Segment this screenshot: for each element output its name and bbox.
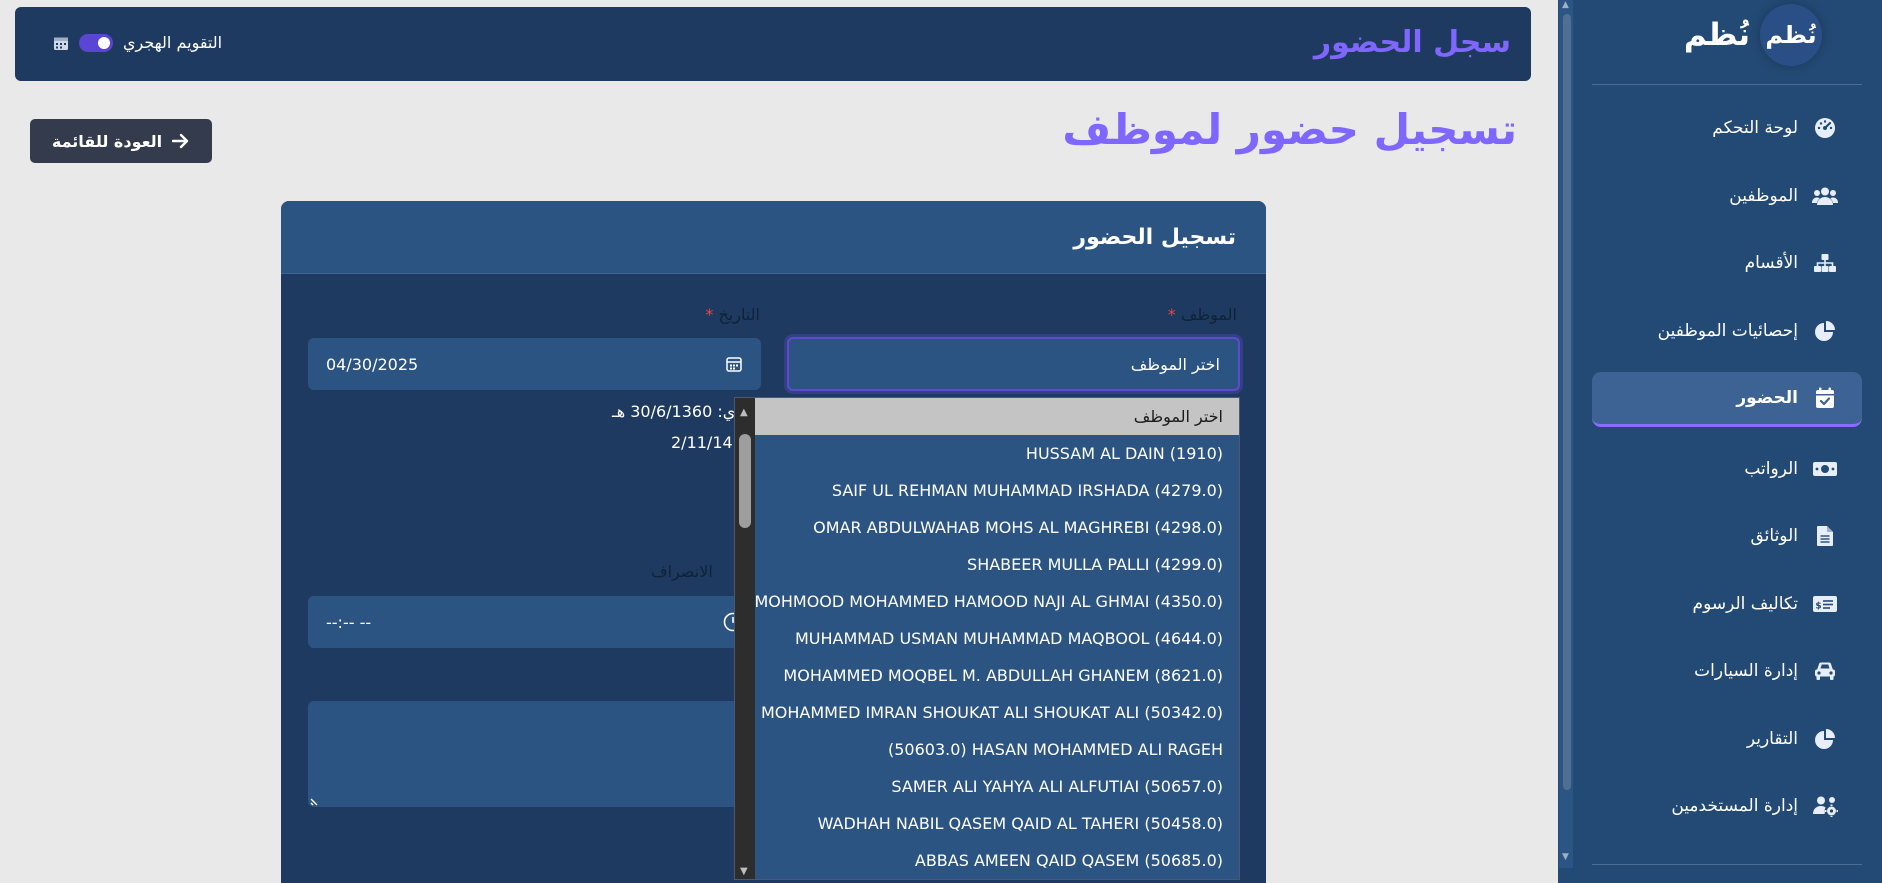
- page-title: تسجيل حضور لموظف: [1062, 105, 1517, 154]
- arrow-right-icon: [172, 133, 189, 149]
- sidebar-item-label: الحضور: [1736, 388, 1798, 408]
- fee-card-icon: $: [1812, 593, 1838, 615]
- users-cog-icon: [1812, 795, 1838, 817]
- date-input-value: 04/30/2025: [326, 354, 419, 374]
- hijri-date-line-1: ري: 30/6/1360 هـ: [612, 402, 743, 421]
- calendar-check-icon: [1812, 387, 1838, 409]
- dropdown-option[interactable]: HUSSAM AL DAIN (1910): [755, 435, 1239, 472]
- hijri-calendar-toggle[interactable]: التقويم الهجري: [53, 33, 222, 52]
- sidebar-item-7[interactable]: $ تكاليف الرسوم: [1592, 578, 1862, 630]
- back-to-list-button[interactable]: العودة للقائمة: [30, 119, 212, 163]
- pie-chart-icon: [1812, 320, 1838, 342]
- brand-badge: نُظم: [1760, 4, 1822, 66]
- employee-field-label: * الموظف: [1167, 305, 1237, 324]
- sidebar-item-8[interactable]: إدارة السيارات: [1592, 645, 1862, 697]
- sidebar: ▲ ▼ نُظم نُظم لوحة التحكم الموظفين الأقسام…: [1558, 0, 1882, 883]
- sidebar-item-6[interactable]: الوثائق: [1592, 510, 1862, 562]
- employee-select-value: اختر الموظف: [1130, 354, 1220, 374]
- brand-name: نُظم: [1683, 17, 1750, 53]
- hijri-switch[interactable]: [79, 33, 113, 52]
- sitemap-icon: [1812, 252, 1838, 274]
- dropdown-option[interactable]: MOHAMMED IMRAN SHOUKAT ALI SHOUKAT ALI (…: [755, 694, 1239, 731]
- pie-chart-icon: [1812, 728, 1838, 750]
- dropdown-option[interactable]: MOHAMMED MOQBEL M. ABDULLAH GHANEM (8621…: [755, 657, 1239, 694]
- sidebar-item-label: الرواتب: [1744, 458, 1798, 479]
- sidebar-item-label: الوثائق: [1750, 526, 1798, 546]
- sidebar-item-label: الموظفين: [1729, 185, 1798, 206]
- sidebar-item-label: الأقسام: [1744, 253, 1798, 273]
- document-icon: [1812, 525, 1838, 547]
- sidebar-item-10[interactable]: إدارة المستخدمين: [1592, 780, 1862, 832]
- svg-text:$: $: [1815, 601, 1821, 611]
- calendar-icon: [726, 357, 742, 372]
- calendar-icon: [54, 37, 68, 50]
- date-input[interactable]: 04/30/2025: [308, 338, 761, 390]
- dropdown-option[interactable]: SAIF UL REHMAN MUHAMMAD IRSHADA (4279.0): [755, 472, 1239, 509]
- hijri-toggle-label: التقويم الهجري: [123, 33, 223, 52]
- scroll-down-arrow-icon[interactable]: ▼: [740, 866, 748, 877]
- dropdown-options: اختر الموظف HUSSAM AL DAIN (1910) SAIF UL …: [754, 398, 1239, 879]
- resize-handle-icon[interactable]: [310, 794, 322, 806]
- sidebar-item-4[interactable]: الحضور: [1592, 372, 1862, 427]
- checkout-time-input[interactable]: --:-- --: [308, 596, 761, 648]
- sidebar-item-label: إدارة السيارات: [1694, 661, 1798, 681]
- sidebar-item-9[interactable]: التقارير: [1592, 713, 1862, 765]
- card-title: تسجيل الحضور: [281, 201, 1266, 274]
- dropdown-option[interactable]: MOHMOOD MOHAMMED HAMOOD NAJI AL GHMAI (4…: [754, 583, 1239, 620]
- sidebar-divider: [1592, 864, 1862, 865]
- scroll-up-arrow-icon[interactable]: ▲: [1562, 0, 1569, 10]
- date-field-label: * التاريخ: [705, 305, 760, 324]
- checkout-field-label: الانصراف: [651, 562, 713, 581]
- sidebar-item-3[interactable]: إحصائيات الموظفين: [1592, 305, 1862, 357]
- users-icon: [1812, 185, 1838, 207]
- sidebar-scrollbar[interactable]: ▲ ▼: [1559, 0, 1573, 868]
- header-title: سجل الحضور: [1313, 25, 1511, 60]
- top-header-bar: سجل الحضور التقويم الهجري: [15, 7, 1531, 81]
- employee-dropdown-list[interactable]: ▲ ▼ اختر الموظف HUSSAM AL DAIN (1910) SAIF…: [734, 397, 1240, 880]
- sidebar-item-5[interactable]: الرواتب: [1592, 443, 1862, 495]
- checkout-time-value: --:-- --: [326, 612, 372, 632]
- sidebar-item-0[interactable]: لوحة التحكم: [1592, 102, 1862, 154]
- sidebar-item-label: إحصائيات الموظفين: [1657, 320, 1798, 341]
- sidebar-item-label: إدارة المستخدمين: [1671, 796, 1798, 816]
- scroll-down-arrow-icon[interactable]: ▼: [1562, 852, 1569, 862]
- sidebar-divider: [1592, 84, 1862, 85]
- scroll-up-arrow-icon[interactable]: ▲: [740, 407, 748, 418]
- brand-logo[interactable]: نُظم نُظم: [1684, 4, 1822, 66]
- money-icon: [1812, 458, 1838, 480]
- dropdown-scrollbar[interactable]: ▲ ▼: [735, 398, 755, 879]
- dropdown-option[interactable]: ABBAS AMEEN QAID QASEM (50685.0): [755, 842, 1239, 879]
- notes-textarea[interactable]: [308, 701, 761, 807]
- dropdown-option[interactable]: WADHAH NABIL QASEM QAID AL TAHERI (50458…: [755, 805, 1239, 842]
- dashboard-icon: [1812, 117, 1838, 139]
- dropdown-option[interactable]: SAMER ALI YAHYA ALI ALFUTIAI (50657.0): [755, 768, 1239, 805]
- sidebar-item-2[interactable]: الأقسام: [1592, 237, 1862, 289]
- dropdown-option[interactable]: (50603.0) HASAN MOHAMMED ALI RAGEH: [755, 731, 1239, 768]
- sidebar-item-label: لوحة التحكم: [1712, 118, 1798, 138]
- back-button-label: العودة للقائمة: [51, 131, 163, 151]
- car-icon: [1812, 660, 1838, 682]
- dropdown-option[interactable]: SHABEER MULLA PALLI (4299.0): [755, 546, 1239, 583]
- dropdown-option-placeholder[interactable]: اختر الموظف: [755, 398, 1239, 435]
- sidebar-item-label: التقارير: [1746, 728, 1798, 749]
- sidebar-item-1[interactable]: الموظفين: [1592, 170, 1862, 222]
- employee-select[interactable]: اختر الموظف: [787, 337, 1240, 391]
- dropdown-option[interactable]: MUHAMMAD USMAN MUHAMMAD MAQBOOL (4644.0): [755, 620, 1239, 657]
- dropdown-scroll-thumb[interactable]: [739, 434, 751, 528]
- dropdown-option[interactable]: OMAR ABDULWAHAB MOHS AL MAGHREBI (4298.0…: [755, 509, 1239, 546]
- sidebar-scroll-thumb[interactable]: [1563, 14, 1571, 790]
- sidebar-nav: لوحة التحكم الموظفين الأقسام إحصائيات الموظ…: [1592, 102, 1862, 848]
- sidebar-item-label: تكاليف الرسوم: [1692, 593, 1798, 614]
